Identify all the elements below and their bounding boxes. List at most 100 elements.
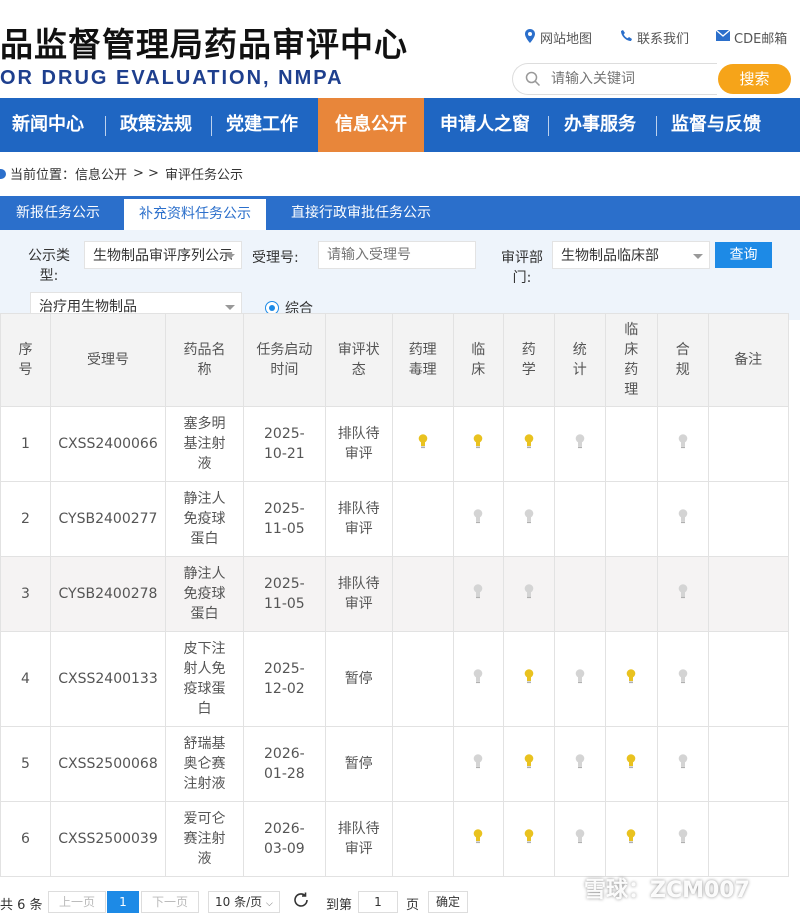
bulb-on-icon	[524, 433, 534, 449]
cell-review-light	[604, 556, 658, 632]
nav-supervision[interactable]: 监督与反馈	[671, 98, 761, 152]
cell-review-light	[604, 726, 658, 802]
cell-review-light	[452, 726, 504, 802]
dept-select-value: 生物制品临床部	[561, 248, 659, 264]
nav-policy[interactable]: 政策法规	[120, 98, 192, 152]
cell-review-light	[391, 481, 454, 557]
bulb-off-icon	[575, 433, 585, 449]
cell-id: CXSS2400066	[50, 406, 166, 482]
bulb-on-icon	[524, 828, 534, 844]
location-pin-icon	[524, 28, 536, 47]
breadcrumb-dot-icon	[0, 168, 6, 179]
nav-news[interactable]: 新闻中心	[12, 98, 84, 152]
bulb-on-icon	[473, 828, 483, 844]
cell-review-light	[656, 481, 709, 557]
cell-review-light	[553, 631, 606, 727]
page-unit-label: 页	[406, 898, 420, 913]
cell-status: 排队待审评	[324, 481, 393, 557]
cell-status: 排队待审评	[324, 406, 393, 482]
accept-number-input[interactable]	[318, 241, 476, 269]
cell-name: 爱可仑赛注射液	[165, 801, 244, 877]
refresh-icon[interactable]	[292, 891, 310, 913]
cell-remark	[707, 481, 789, 557]
mail-link[interactable]: CDE邮箱	[715, 28, 788, 47]
nav-services[interactable]: 办事服务	[564, 98, 636, 152]
breadcrumb-sep: > >	[133, 166, 159, 181]
bulb-on-icon	[626, 668, 636, 684]
mail-label: CDE邮箱	[734, 32, 788, 47]
cell-id: CYSB2400278	[50, 556, 166, 632]
cell-name: 皮下注射人免疫球蛋白	[165, 631, 244, 727]
contact-link[interactable]: 联系我们	[620, 28, 689, 47]
cell-name: 静注人免疫球蛋白	[165, 481, 244, 557]
type-select[interactable]: 生物制品审评序列公示	[84, 241, 242, 269]
bulb-off-icon	[678, 753, 688, 769]
next-page-button[interactable]: 下一页	[141, 891, 199, 913]
bulb-off-icon	[678, 668, 688, 684]
cell-status: 排队待审评	[324, 556, 393, 632]
cell-review-light	[502, 801, 555, 877]
cell-id: CYSB2400277	[50, 481, 166, 557]
cell-review-light	[553, 556, 606, 632]
cell-date: 2026-03-09	[243, 801, 326, 877]
col-header-remark: 备注	[707, 313, 789, 407]
col-header-id: 受理号	[50, 313, 166, 407]
col-header-clinpharm: 临床药理	[604, 313, 658, 407]
search-input[interactable]	[549, 70, 713, 88]
type-label: 公示类型:	[28, 248, 70, 284]
cell-review-light	[391, 631, 454, 727]
cell-no: 2	[0, 481, 51, 557]
sitemap-label: 网站地图	[540, 32, 593, 47]
cell-review-light	[604, 631, 658, 727]
sitemap-link[interactable]: 网站地图	[524, 28, 592, 47]
bulb-off-icon	[678, 508, 688, 524]
dept-select[interactable]: 生物制品临床部	[552, 241, 710, 269]
page-size-select[interactable]: 10 条/页 ⌵	[208, 891, 280, 913]
cell-review-light	[391, 556, 454, 632]
prev-page-button[interactable]: 上一页	[48, 891, 106, 913]
cell-date: 2025-12-02	[243, 631, 326, 727]
query-button[interactable]: 查询	[715, 242, 772, 268]
nav-party[interactable]: 党建工作	[226, 98, 298, 152]
bulb-on-icon	[626, 753, 636, 769]
bulb-off-icon	[473, 668, 483, 684]
bulb-off-icon	[575, 668, 585, 684]
cell-remark	[707, 631, 789, 727]
mail-icon	[715, 29, 731, 45]
cell-remark	[707, 406, 789, 482]
col-header-stats: 统计	[553, 313, 606, 407]
accept-label: 受理号:	[252, 250, 299, 266]
cell-review-light	[656, 801, 709, 877]
cell-review-light	[502, 481, 555, 557]
cell-status: 暂停	[324, 726, 393, 802]
bulb-off-icon	[678, 828, 688, 844]
nav-info-disclosure[interactable]: 信息公开	[318, 98, 424, 152]
tab-new-tasks[interactable]: 新报任务公示	[16, 196, 100, 230]
table-row: 3 CYSB2400278 静注人免疫球蛋白 2025-11-05 排队待审评	[0, 556, 789, 632]
bulb-on-icon	[418, 433, 428, 449]
table-row: 4 CXSS2400133 皮下注射人免疫球蛋白 2025-12-02 暂停	[0, 631, 789, 727]
cell-review-light	[553, 801, 606, 877]
bulb-off-icon	[575, 753, 585, 769]
goto-page-input[interactable]: 1	[358, 891, 398, 913]
col-header-date: 任务启动时间	[243, 313, 326, 407]
goto-confirm-button[interactable]: 确定	[428, 891, 468, 913]
cell-date: 2026-01-28	[243, 726, 326, 802]
table-row: 6 CXSS2500039 爱可仑赛注射液 2026-03-09 排队待审评	[0, 801, 789, 877]
bulb-off-icon	[678, 433, 688, 449]
bulb-off-icon	[473, 508, 483, 524]
cell-review-light	[656, 631, 709, 727]
tab-direct-approval[interactable]: 直接行政审批任务公示	[291, 196, 431, 230]
cell-date: 2025-11-05	[243, 481, 326, 557]
cell-no: 3	[0, 556, 51, 632]
chevron-down-icon	[225, 254, 235, 259]
search-icon	[525, 71, 541, 87]
cell-review-light	[656, 406, 709, 482]
bulb-on-icon	[524, 753, 534, 769]
cell-review-light	[452, 631, 504, 727]
cell-review-light	[502, 631, 555, 727]
search-button[interactable]: 搜索	[718, 64, 791, 94]
page-1-button[interactable]: 1	[107, 891, 139, 913]
tab-supplement-tasks[interactable]: 补充资料任务公示	[124, 196, 266, 230]
nav-applicant[interactable]: 申请人之窗	[440, 98, 530, 152]
